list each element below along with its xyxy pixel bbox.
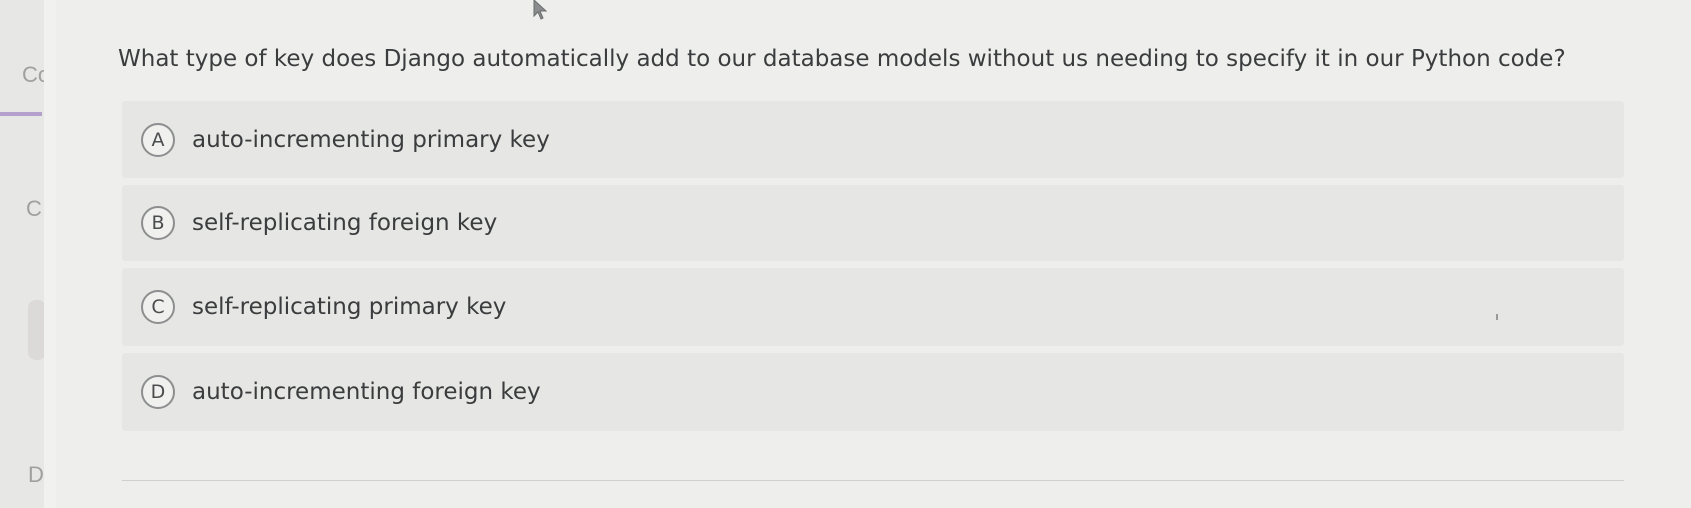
option-b[interactable]: B self-replicating foreign key [122,185,1624,261]
rail-label-3: D [28,462,44,487]
left-rail: Co C D [0,0,50,508]
bottom-divider [122,480,1624,481]
option-letter-b: B [141,206,175,240]
option-letter-c: C [141,290,175,324]
rail-accent-bar [0,112,42,116]
option-c[interactable]: C self-replicating primary key [122,268,1624,346]
answer-options: A auto-incrementing primary key B self-r… [122,101,1624,438]
option-letter-a: A [141,122,175,157]
option-text-b: self-replicating foreign key [192,210,498,236]
rail-divider [44,0,56,508]
option-d[interactable]: D auto-incrementing foreign key [122,353,1624,431]
cursor-arrow-icon [533,0,548,20]
option-text-d: auto-incrementing foreign key [192,379,541,405]
option-letter-d: D [141,375,175,409]
option-text-a: auto-incrementing primary key [192,126,550,153]
option-a[interactable]: A auto-incrementing primary key [122,101,1624,178]
rail-label-2: C [26,196,42,221]
screen-speck [1496,314,1498,320]
option-text-c: self-replicating primary key [192,294,507,320]
question-text: What type of key does Django automatical… [118,46,1566,72]
